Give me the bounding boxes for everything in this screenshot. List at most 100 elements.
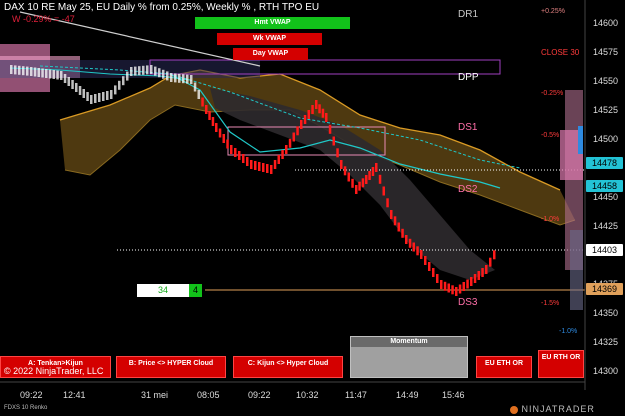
renko-brick (48, 69, 52, 79)
y-tick: 14425 (593, 221, 619, 231)
renko-brick (258, 162, 261, 171)
x-tick: 11:47 (345, 390, 367, 400)
renko-brick (412, 242, 415, 252)
renko-brick (355, 185, 358, 194)
renko-brick (473, 274, 477, 283)
renko-brick (114, 85, 117, 95)
renko-brick (340, 160, 343, 169)
pct-minus10: -1.0% (541, 216, 560, 223)
renko-brick (311, 105, 314, 114)
renko-brick (170, 73, 173, 82)
pct-minus15: -1.5% (541, 300, 560, 307)
renko-brick (405, 235, 408, 244)
renko-brick (250, 160, 253, 169)
hmt-vwap-button[interactable]: Hmt VWAP (195, 17, 350, 29)
renko-brick (98, 93, 101, 102)
renko-brick (26, 66, 29, 76)
renko-brick (416, 246, 419, 256)
renko-brick (332, 136, 335, 146)
wk-vwap-button[interactable]: Wk VWAP (217, 33, 322, 45)
renko-brick (158, 68, 161, 78)
renko-brick (60, 71, 63, 80)
renko-brick (190, 75, 193, 84)
renko-brick (493, 250, 496, 260)
renko-brick (82, 89, 85, 98)
renko-brick (307, 110, 310, 119)
renko-brick (347, 172, 350, 182)
renko-brick (485, 265, 488, 274)
renko-brick (215, 123, 218, 132)
eu-eth-or-button[interactable]: EU ETH OR (476, 356, 532, 378)
renko-brick (138, 66, 141, 76)
renko-brick (86, 92, 89, 101)
day-vwap-button[interactable]: Day VWAP (233, 48, 308, 60)
renko-brick (166, 71, 169, 81)
renko-brick (443, 281, 447, 291)
renko-brick (481, 268, 484, 277)
renko-brick (150, 65, 153, 74)
renko-brick (154, 66, 157, 76)
pct-plus025: +0.25% (541, 8, 565, 15)
renko-brick (432, 268, 435, 277)
renko-brick (451, 285, 454, 295)
momentum-panel[interactable]: Momentum (350, 336, 468, 378)
renko-brick (110, 90, 113, 99)
renko-brick (230, 145, 233, 154)
y-tick: 14600 (593, 18, 619, 28)
renko-brick (142, 65, 145, 75)
renko-brick (262, 163, 265, 172)
eu-rth-or-button[interactable]: EU RTH OR (538, 350, 584, 378)
renko-brick (56, 70, 59, 80)
price-hyper-cloud-button[interactable]: B: Price <> HYPER Cloud (116, 356, 226, 378)
renko-brick (222, 134, 225, 143)
x-tick: 31 mei (141, 390, 169, 400)
x-tick: 15:46 (442, 390, 465, 400)
renko-brick (238, 151, 241, 160)
renko-brick (226, 139, 229, 149)
y-tick: 14325 (593, 337, 619, 347)
y-tick: 14525 (593, 105, 619, 115)
renko-brick (122, 76, 125, 86)
renko-brick (75, 83, 78, 92)
renko-brick (455, 287, 458, 296)
renko-brick (197, 90, 200, 99)
y-tick: 14500 (593, 134, 619, 144)
renko-brick (270, 165, 273, 174)
price-tag-level: 14369 (586, 283, 623, 295)
ds3-label: DS3 (458, 297, 478, 308)
ds2-label: DS2 (458, 184, 478, 195)
renko-brick (18, 65, 21, 75)
momentum-label: Momentum (351, 337, 467, 347)
renko-brick (424, 256, 427, 265)
renko-brick (408, 238, 412, 248)
renko-brick (321, 108, 325, 118)
renko-brick (382, 186, 385, 196)
renko-brick (273, 160, 277, 169)
renko-brick (292, 132, 295, 142)
y-tick: 14450 (593, 192, 619, 202)
renko-brick (67, 77, 70, 86)
chart-title: DAX 10 RE May 25, EU Daily % from 0.25%,… (4, 2, 320, 13)
renko-brick (205, 105, 208, 114)
renko-brick (242, 154, 245, 163)
renko-brick (182, 74, 185, 84)
renko-brick (126, 71, 129, 81)
renko-brick (10, 65, 13, 74)
renko-brick (130, 67, 133, 76)
price-chart[interactable] (0, 0, 625, 416)
renko-brick (303, 115, 307, 124)
pct-minus05: -0.5% (541, 132, 560, 139)
renko-brick (118, 80, 121, 90)
kijun-hyper-cloud-button[interactable]: C: Kijun <> Hyper Cloud (233, 356, 343, 378)
price-tag-last: 14403 (586, 244, 623, 256)
ninjatrader-logo: NINJATRADER (510, 404, 595, 414)
renko-brick (466, 279, 469, 289)
renko-brick (146, 65, 149, 75)
renko-brick (318, 104, 321, 114)
renko-brick (390, 210, 393, 219)
ninjatrader-logo-icon (510, 405, 518, 414)
renko-brick (30, 67, 33, 76)
renko-brick (174, 73, 177, 83)
renko-brick (365, 175, 368, 184)
renko-brick (52, 70, 55, 79)
